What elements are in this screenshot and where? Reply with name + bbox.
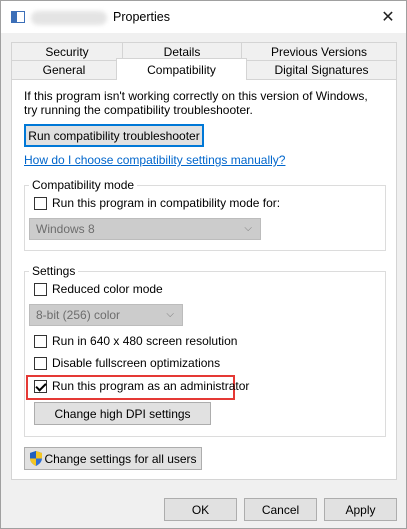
app-icon [11, 11, 25, 23]
close-icon[interactable]: ✕ [370, 1, 406, 33]
properties-window: Properties ✕ Security Details Previous V… [0, 0, 407, 529]
title-bar: Properties ✕ [1, 1, 406, 33]
run-as-admin-label: Run this program as an administrator [52, 379, 250, 393]
tab-previous-versions[interactable]: Previous Versions [241, 42, 397, 62]
run-640-label: Run in 640 x 480 screen resolution [52, 334, 238, 348]
change-high-dpi-button[interactable]: Change high DPI settings [34, 402, 211, 425]
os-version-value: Windows 8 [36, 222, 95, 236]
ok-button[interactable]: OK [164, 498, 237, 521]
reduced-color-label: Reduced color mode [52, 282, 163, 296]
os-version-select: Windows 8 ⌵ [29, 218, 261, 240]
change-settings-all-users-label: Change settings for all users [44, 451, 197, 466]
disable-fullscreen-checkbox[interactable] [34, 357, 47, 370]
cancel-button[interactable]: Cancel [244, 498, 317, 521]
intro-text-line1: If this program isn't working correctly … [24, 89, 368, 103]
change-settings-all-users-button[interactable]: Change settings for all users [24, 447, 202, 470]
run-640-checkbox[interactable] [34, 335, 47, 348]
disable-fullscreen-label: Disable fullscreen optimizations [52, 356, 221, 370]
settings-label: Settings [29, 264, 79, 278]
tab-security[interactable]: Security [11, 42, 123, 62]
chevron-down-icon: ⌵ [166, 309, 174, 320]
redacted-file-name [31, 11, 107, 25]
compat-mode-checkbox[interactable] [34, 197, 47, 210]
compat-mode-checkbox-label: Run this program in compatibility mode f… [52, 196, 281, 210]
tab-general[interactable]: General [11, 60, 117, 80]
run-troubleshooter-button[interactable]: Run compatibility troubleshooter [24, 124, 204, 147]
compatibility-mode-label: Compatibility mode [29, 178, 138, 192]
window-title: Properties [113, 10, 170, 24]
reduced-color-checkbox[interactable] [34, 283, 47, 296]
apply-button[interactable]: Apply [324, 498, 397, 521]
tab-compatibility[interactable]: Compatibility [116, 58, 247, 80]
color-depth-value: 8-bit (256) color [36, 308, 121, 322]
intro-text-line2: try running the compatibility troublesho… [24, 103, 253, 117]
tab-digital-signatures[interactable]: Digital Signatures [246, 60, 397, 80]
manual-settings-link[interactable]: How do I choose compatibility settings m… [24, 153, 285, 167]
chevron-down-icon: ⌵ [244, 223, 252, 234]
color-depth-select: 8-bit (256) color ⌵ [29, 304, 183, 326]
uac-shield-icon [30, 451, 43, 466]
run-as-admin-checkbox[interactable] [34, 380, 47, 393]
